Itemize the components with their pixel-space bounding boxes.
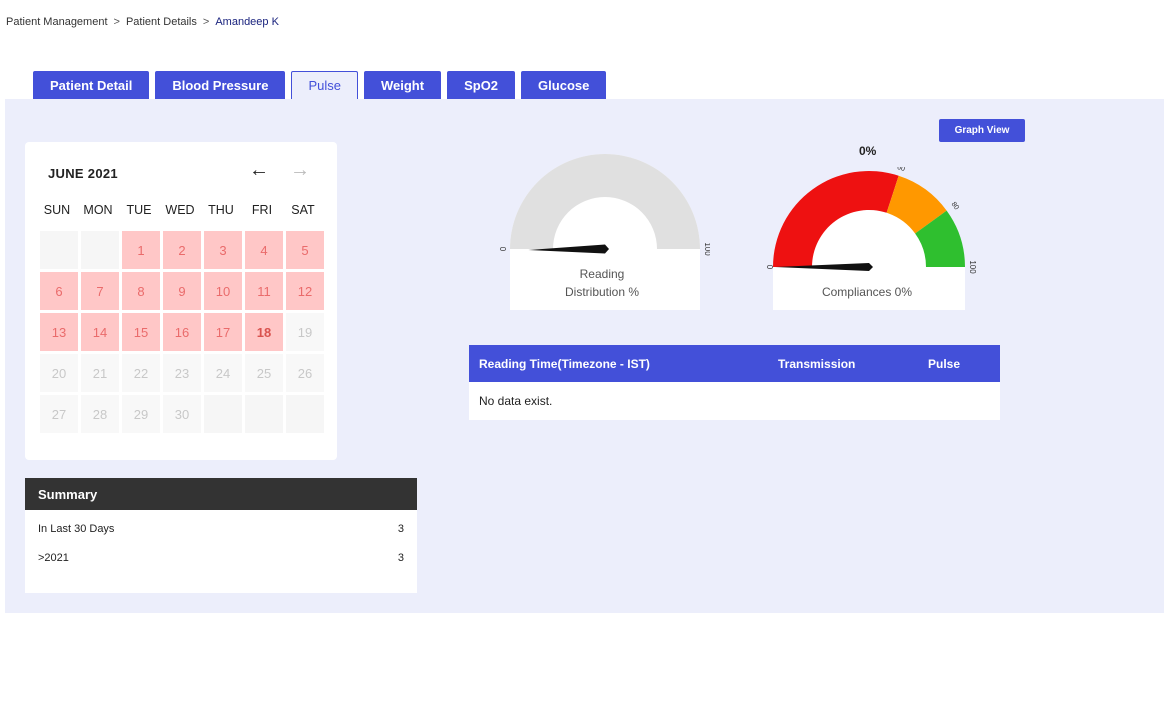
gauge-max-label: 100 <box>703 242 710 256</box>
calendar-month-title: JUNE 2021 <box>48 166 118 181</box>
calendar-day: 30 <box>163 395 201 433</box>
calendar-empty-cell <box>245 395 283 433</box>
tab-blood-pressure[interactable]: Blood Pressure <box>155 71 286 99</box>
calendar-day-with-reading[interactable]: 11 <box>245 272 283 310</box>
summary-row-value: 3 <box>397 522 404 535</box>
table-empty-row: No data exist. <box>469 382 1000 420</box>
table-header-row: Reading Time(Timezone - IST) Transmissio… <box>469 345 1000 382</box>
calendar-day-with-reading[interactable]: 1 <box>122 231 160 269</box>
calendar-day: 26 <box>286 354 324 392</box>
tab-spo2[interactable]: SpO2 <box>447 71 516 99</box>
calendar-day-with-reading[interactable]: 12 <box>286 272 324 310</box>
calendar-day: 22 <box>122 354 160 392</box>
calendar-empty-cell <box>81 231 119 269</box>
calendar-day: 25 <box>245 354 283 392</box>
calendar-empty-cell <box>204 395 242 433</box>
weekday-label: TUE <box>126 203 152 217</box>
summary-row-label: >2021 <box>38 551 69 564</box>
distribution-label-line1: Reading <box>579 267 625 281</box>
weekday-label: SAT <box>291 203 315 217</box>
column-header-pulse: Pulse <box>928 356 961 371</box>
calendar-day-with-reading[interactable]: 18 <box>245 313 283 351</box>
summary-row: >2021 3 <box>25 543 417 572</box>
tab-bar: Patient Detail Blood Pressure Pulse Weig… <box>33 71 607 99</box>
gauge-tick-60: 60 <box>896 167 906 173</box>
calendar-day-with-reading[interactable]: 5 <box>286 231 324 269</box>
summary-row-label: In Last 30 Days <box>38 522 115 535</box>
calendar-day-with-reading[interactable]: 10 <box>204 272 242 310</box>
weekday-label: WED <box>165 203 195 217</box>
calendar-day: 28 <box>81 395 119 433</box>
distribution-gauge-label: Reading Distribution % <box>507 265 697 301</box>
calendar-day: 23 <box>163 354 201 392</box>
calendar-day-with-reading[interactable]: 8 <box>122 272 160 310</box>
calendar-day: 27 <box>40 395 78 433</box>
calendar-day-with-reading[interactable]: 17 <box>204 313 242 351</box>
calendar-day-grid: 1 2 3 4 5 6 7 8 9 10 11 12 13 14 15 16 17 18 19 20 21 22 23 24 2… <box>40 231 324 433</box>
gauge-max-label: 100 <box>968 260 977 274</box>
breadcrumb-patient-details[interactable]: Patient Details <box>126 16 197 28</box>
calendar-day: 20 <box>40 354 78 392</box>
gauge-min-label: 0 <box>765 265 774 270</box>
calendar-day: 24 <box>204 354 242 392</box>
calendar: JUNE 2021 ← → SUN MON TUE WED THU FRI SA… <box>25 142 337 460</box>
column-header-reading-time: Reading Time(Timezone - IST) <box>479 356 650 371</box>
calendar-day-with-reading[interactable]: 6 <box>40 272 78 310</box>
summary-row-value: 3 <box>397 551 404 564</box>
calendar-day-with-reading[interactable]: 15 <box>122 313 160 351</box>
readings-table: Reading Time(Timezone - IST) Transmissio… <box>469 345 1000 420</box>
calendar-day-with-reading[interactable]: 13 <box>40 313 78 351</box>
calendar-day-with-reading[interactable]: 4 <box>245 231 283 269</box>
tab-glucose[interactable]: Glucose <box>521 71 607 99</box>
weekday-label: THU <box>208 203 234 217</box>
gauge-tick-80: 80 <box>950 201 960 212</box>
calendar-day-with-reading[interactable]: 16 <box>163 313 201 351</box>
calendar-prev-arrow-icon[interactable]: ← <box>249 159 269 182</box>
calendar-empty-cell <box>40 231 78 269</box>
page: Patient Management > Patient Details > A… <box>0 0 1164 719</box>
weekday-label: SUN <box>43 203 71 217</box>
calendar-day: 21 <box>81 354 119 392</box>
weekday-label: MON <box>83 203 113 217</box>
calendar-empty-cell <box>286 395 324 433</box>
summary-title: Summary <box>25 478 417 510</box>
summary-card: Summary In Last 30 Days 3 >2021 3 <box>25 478 417 593</box>
breadcrumb: Patient Management > Patient Details > A… <box>6 16 279 28</box>
compliance-value-text: 0% <box>859 144 877 158</box>
distribution-label-line2: Distribution % <box>564 285 640 299</box>
calendar-day: 29 <box>122 395 160 433</box>
gauge-min-label: 0 <box>500 247 507 252</box>
calendar-day-with-reading[interactable]: 7 <box>81 272 119 310</box>
weekday-label: FRI <box>251 203 273 217</box>
breadcrumb-current-patient: Amandeep K <box>215 16 279 28</box>
tab-weight[interactable]: Weight <box>363 71 442 99</box>
calendar-day: 19 <box>286 313 324 351</box>
graph-view-button[interactable]: Graph View <box>939 119 1025 142</box>
calendar-weekday-header: SUN MON TUE WED THU FRI SAT <box>38 203 322 217</box>
compliance-gauge-label: Compliances 0% <box>821 285 913 299</box>
calendar-next-arrow-icon[interactable]: → <box>290 159 310 182</box>
tab-patient-detail[interactable]: Patient Detail <box>33 71 150 99</box>
breadcrumb-separator: > <box>113 16 120 28</box>
tab-pulse[interactable]: Pulse <box>291 71 358 99</box>
calendar-day-with-reading[interactable]: 9 <box>163 272 201 310</box>
calendar-day-with-reading[interactable]: 14 <box>81 313 119 351</box>
tab-content-panel: Graph View JUNE 2021 ← → SUN MON TUE WED… <box>5 99 1164 613</box>
calendar-day-with-reading[interactable]: 3 <box>204 231 242 269</box>
calendar-day-with-reading[interactable]: 2 <box>163 231 201 269</box>
column-header-transmission: Transmission <box>778 356 856 371</box>
breadcrumb-patient-management[interactable]: Patient Management <box>6 16 108 28</box>
summary-row: In Last 30 Days 3 <box>25 514 417 543</box>
breadcrumb-separator: > <box>202 16 210 28</box>
